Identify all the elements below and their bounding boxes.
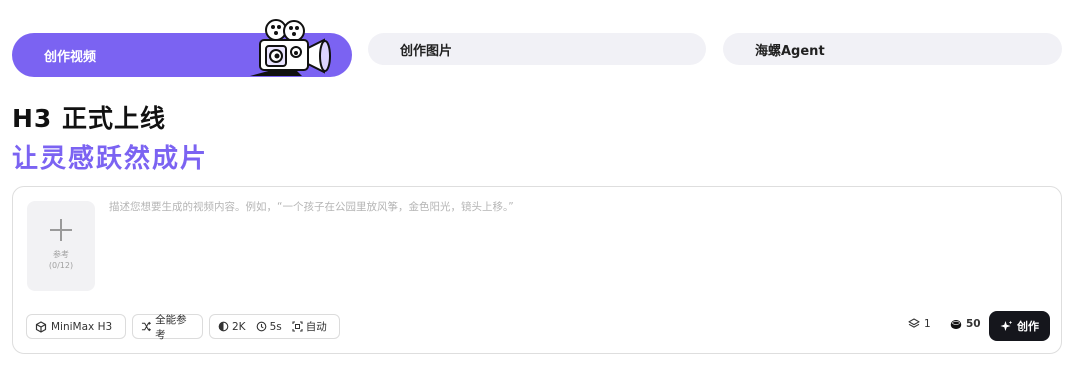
cube-icon — [35, 320, 47, 333]
prompt-input[interactable] — [109, 201, 1009, 213]
model-name: MiniMax H3 — [51, 320, 113, 333]
generation-settings-selector[interactable]: 2K 5s 自动 — [209, 314, 340, 339]
coin-icon — [950, 319, 962, 329]
aspect-icon — [218, 321, 229, 332]
reference-mode-label: 全能参考 — [155, 313, 187, 341]
create-button-label: 创作 — [1017, 320, 1039, 333]
tab-hailuo-agent-label: 海螺Agent — [755, 43, 825, 59]
shuffle-icon — [141, 321, 152, 332]
tab-create-image-label: 创作图片 — [400, 43, 453, 59]
reference-count: (0/12) — [48, 261, 74, 270]
camera-mascot — [250, 19, 331, 76]
output-count[interactable]: 1 — [908, 318, 931, 330]
layers-icon — [908, 318, 920, 328]
duration-value: 5s — [269, 320, 282, 333]
reference-mode-selector[interactable]: 全能参考 — [132, 313, 203, 341]
page-subline: 让灵感跃然成片 — [12, 144, 209, 174]
prompt-composer: 参考 (0/12) MiniMax H3 全能参考 2K 5s — [12, 186, 1062, 354]
plus-icon — [50, 219, 72, 241]
add-reference-button[interactable]: 参考 (0/12) — [27, 201, 95, 291]
tab-create-video-label: 创作视频 — [44, 49, 97, 65]
credit-cost-value: 50 — [966, 318, 981, 330]
ratio-value: 自动 — [305, 321, 327, 333]
tab-create-image[interactable]: 创作图片 — [368, 33, 706, 65]
resolution-value: 2K — [232, 320, 246, 333]
crop-icon — [292, 321, 303, 332]
reference-label-text: 参考 — [53, 250, 69, 259]
credit-cost: 50 — [950, 318, 981, 330]
sparkle-icon — [1000, 320, 1013, 331]
page-headline: H3 正式上线 — [12, 104, 167, 133]
output-count-value: 1 — [924, 318, 931, 330]
create-button[interactable]: 创作 — [989, 311, 1050, 341]
model-selector[interactable]: MiniMax H3 — [26, 314, 126, 339]
tab-hailuo-agent[interactable]: 海螺Agent — [723, 33, 1062, 65]
clock-icon — [256, 321, 266, 332]
reference-label: 参考 (0/12) — [49, 249, 73, 271]
